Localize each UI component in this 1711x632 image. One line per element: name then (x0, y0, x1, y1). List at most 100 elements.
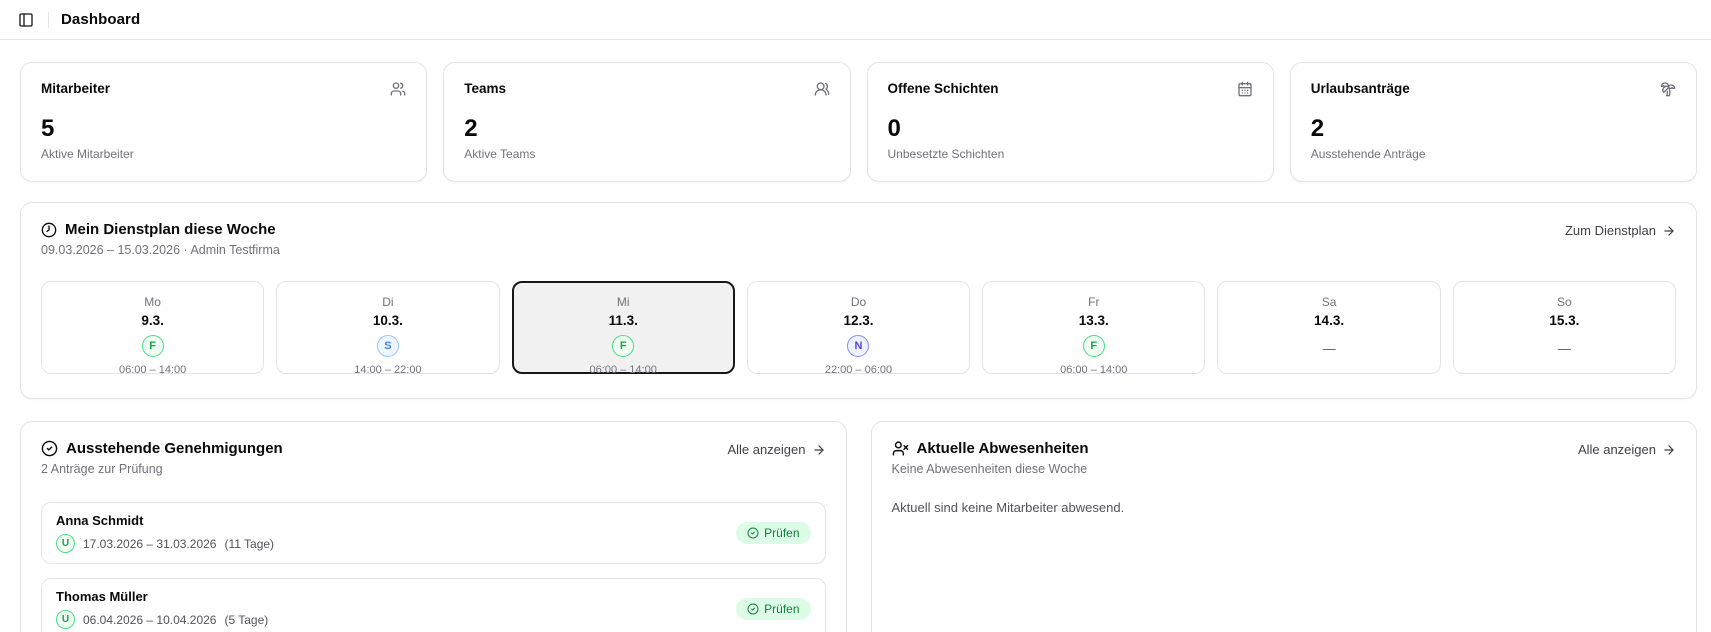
stat-title: Teams (464, 81, 507, 96)
zum-dienstplan-label: Zum Dienstplan (1564, 223, 1656, 238)
absence-duration: (11 Tage) (224, 536, 275, 551)
day-date: 10.3. (372, 313, 403, 328)
day-card-sa[interactable]: Sa 14.3. — (1217, 281, 1441, 374)
schedule-title-line: Mein Dienstplan diese Woche (41, 221, 280, 238)
absences-subtitle: Keine Abwesenheiten diese Woche (891, 462, 1088, 476)
stat-card-header: Teams (464, 81, 829, 97)
circle-check-icon (747, 527, 759, 539)
stat-card-header: Urlaubsanträge (1311, 81, 1676, 97)
stat-label: Unbesetzte Schichten (887, 147, 1005, 161)
circle-check-icon (41, 440, 58, 457)
stat-label: Aktive Mitarbeiter (41, 147, 134, 161)
day-date: 13.3. (1078, 313, 1109, 328)
employee-name: Thomas Müller (56, 589, 148, 604)
stat-value: 2 (1310, 115, 1325, 142)
approval-list: Anna Schmidt U 17.03.2026 – 31.03.2026 (… (41, 502, 826, 632)
stats-row: Mitarbeiter 5 Aktive Mitarbeiter Teams 2… (20, 62, 1697, 182)
day-time: 14:00 – 22:00 (354, 364, 422, 376)
pruefen-label: Prüfen (764, 602, 800, 616)
arrow-right-icon (1664, 225, 1674, 236)
absence-date-range: 17.03.2026 – 31.03.2026 (83, 536, 217, 551)
stat-card-header: Offene Schichten (888, 81, 1253, 97)
absences-title: Aktuelle Abwesenheiten (916, 440, 1089, 457)
day-weekday: Sa (1321, 295, 1337, 309)
circle-check-icon (747, 603, 759, 615)
stat-title: Mitarbeiter (41, 81, 111, 96)
stat-card-mitarbeiter[interactable]: Mitarbeiter 5 Aktive Mitarbeiter (20, 62, 428, 182)
absences-show-all-label: Alle anzeigen (1577, 442, 1656, 457)
approvals-header-left: Ausstehende Genehmigungen 2 Anträge zur … (41, 440, 283, 476)
day-date: 14.3. (1314, 313, 1345, 328)
day-weekday: So (1557, 295, 1572, 309)
stat-title: Urlaubsanträge (1310, 81, 1410, 96)
day-date: 15.3. (1549, 313, 1580, 328)
schedule-header: Mein Dienstplan diese Woche 09.03.2026 –… (41, 221, 1676, 257)
stat-title: Offene Schichten (887, 81, 999, 96)
schedule-title: Mein Dienstplan diese Woche (65, 221, 276, 238)
day-card-do[interactable]: Do 12.3. N 22:00 – 06:00 (746, 281, 971, 376)
calendar-icon (1237, 81, 1253, 97)
pruefen-button[interactable]: Prüfen (736, 522, 811, 544)
absences-header: Aktuelle Abwesenheiten Keine Abwesenheit… (892, 440, 1677, 476)
arrow-right-icon (813, 444, 824, 455)
day-card-mi-today[interactable]: Mi 11.3. F 06:00 – 14:00 (511, 281, 735, 376)
absence-type-badge-u: U (56, 610, 75, 629)
approvals-panel: Ausstehende Genehmigungen 2 Anträge zur … (20, 421, 847, 632)
user-x-icon (892, 440, 909, 457)
panel-left-icon (19, 12, 33, 27)
day-date: 9.3. (141, 313, 164, 328)
users-icon (390, 81, 406, 97)
sidebar-toggle-button[interactable] (12, 6, 40, 34)
absence-date-range: 06.04.2026 – 10.04.2026 (83, 612, 217, 627)
no-shift-dash: — (1322, 341, 1336, 356)
pruefen-button[interactable]: Prüfen (736, 598, 811, 620)
approvals-title-line: Ausstehende Genehmigungen (41, 440, 283, 457)
stat-card-header: Mitarbeiter (41, 81, 406, 97)
day-weekday: Mi (616, 295, 630, 309)
approval-meta: U 06.04.2026 – 10.04.2026 (5 Tage) (56, 610, 268, 629)
day-card-di[interactable]: Di 10.3. S 14:00 – 22:00 (276, 281, 500, 376)
topbar-divider (48, 11, 49, 28)
employee-name: Anna Schmidt (56, 513, 144, 528)
day-date: 12.3. (843, 313, 874, 328)
approvals-show-all-label: Alle anzeigen (727, 442, 806, 457)
absences-panel: Aktuelle Abwesenheiten Keine Abwesenheit… (870, 421, 1697, 632)
day-card-so[interactable]: So 15.3. — (1452, 281, 1676, 374)
day-time: 06:00 – 14:00 (589, 364, 657, 376)
day-card-fr[interactable]: Fr 13.3. F 06:00 – 14:00 (982, 281, 1206, 376)
stat-card-teams[interactable]: Teams 2 Aktive Teams (443, 62, 851, 182)
stat-card-urlaubsantraege[interactable]: Urlaubsanträge 2 Ausstehende Anträge (1289, 62, 1697, 182)
approval-meta: U 17.03.2026 – 31.03.2026 (11 Tage) (56, 534, 274, 553)
shift-badge-s: S (376, 335, 399, 357)
no-shift-dash: — (1557, 341, 1571, 356)
schedule-section: Mein Dienstplan diese Woche 09.03.2026 –… (20, 202, 1697, 399)
day-date: 11.3. (608, 313, 638, 328)
shift-badge-f: F (141, 335, 164, 357)
pruefen-label: Prüfen (764, 526, 800, 540)
shift-badge-n: N (847, 335, 870, 357)
schedule-subtitle: 09.03.2026 – 15.03.2026 · Admin Testfirm… (41, 243, 280, 257)
approvals-header: Ausstehende Genehmigungen 2 Anträge zur … (41, 440, 826, 476)
stat-label: Ausstehende Anträge (1310, 147, 1426, 161)
zum-dienstplan-link[interactable]: Zum Dienstplan (1565, 221, 1676, 240)
absence-duration: (5 Tage) (224, 612, 269, 627)
day-weekday: Mo (144, 295, 161, 309)
users-round-icon (814, 81, 830, 97)
absences-show-all-link[interactable]: Alle anzeigen (1578, 440, 1676, 459)
stat-value: 0 (887, 115, 901, 142)
week-grid: Mo 9.3. F 06:00 – 14:00 Di 10.3. S 14:00… (41, 281, 1676, 376)
approvals-subtitle: 2 Anträge zur Prüfung (41, 462, 163, 476)
stat-value: 2 (464, 115, 478, 142)
approval-row-thomas-mueller: Thomas Müller U 06.04.2026 – 10.04.2026 … (41, 578, 826, 632)
stat-card-offene-schichten[interactable]: Offene Schichten 0 Unbesetzte Schichten (866, 62, 1274, 182)
approvals-show-all-link[interactable]: Alle anzeigen (727, 440, 825, 459)
day-weekday: Di (382, 295, 394, 309)
palm-tree-icon (1660, 81, 1676, 97)
stat-label: Aktive Teams (464, 147, 536, 161)
day-time: 22:00 – 06:00 (824, 364, 893, 376)
day-card-mo[interactable]: Mo 9.3. F 06:00 – 14:00 (41, 281, 265, 376)
day-weekday: Do (850, 295, 867, 309)
shift-badge-f: F (612, 335, 635, 357)
approvals-title: Ausstehende Genehmigungen (66, 440, 283, 457)
schedule-header-left: Mein Dienstplan diese Woche 09.03.2026 –… (41, 221, 280, 257)
